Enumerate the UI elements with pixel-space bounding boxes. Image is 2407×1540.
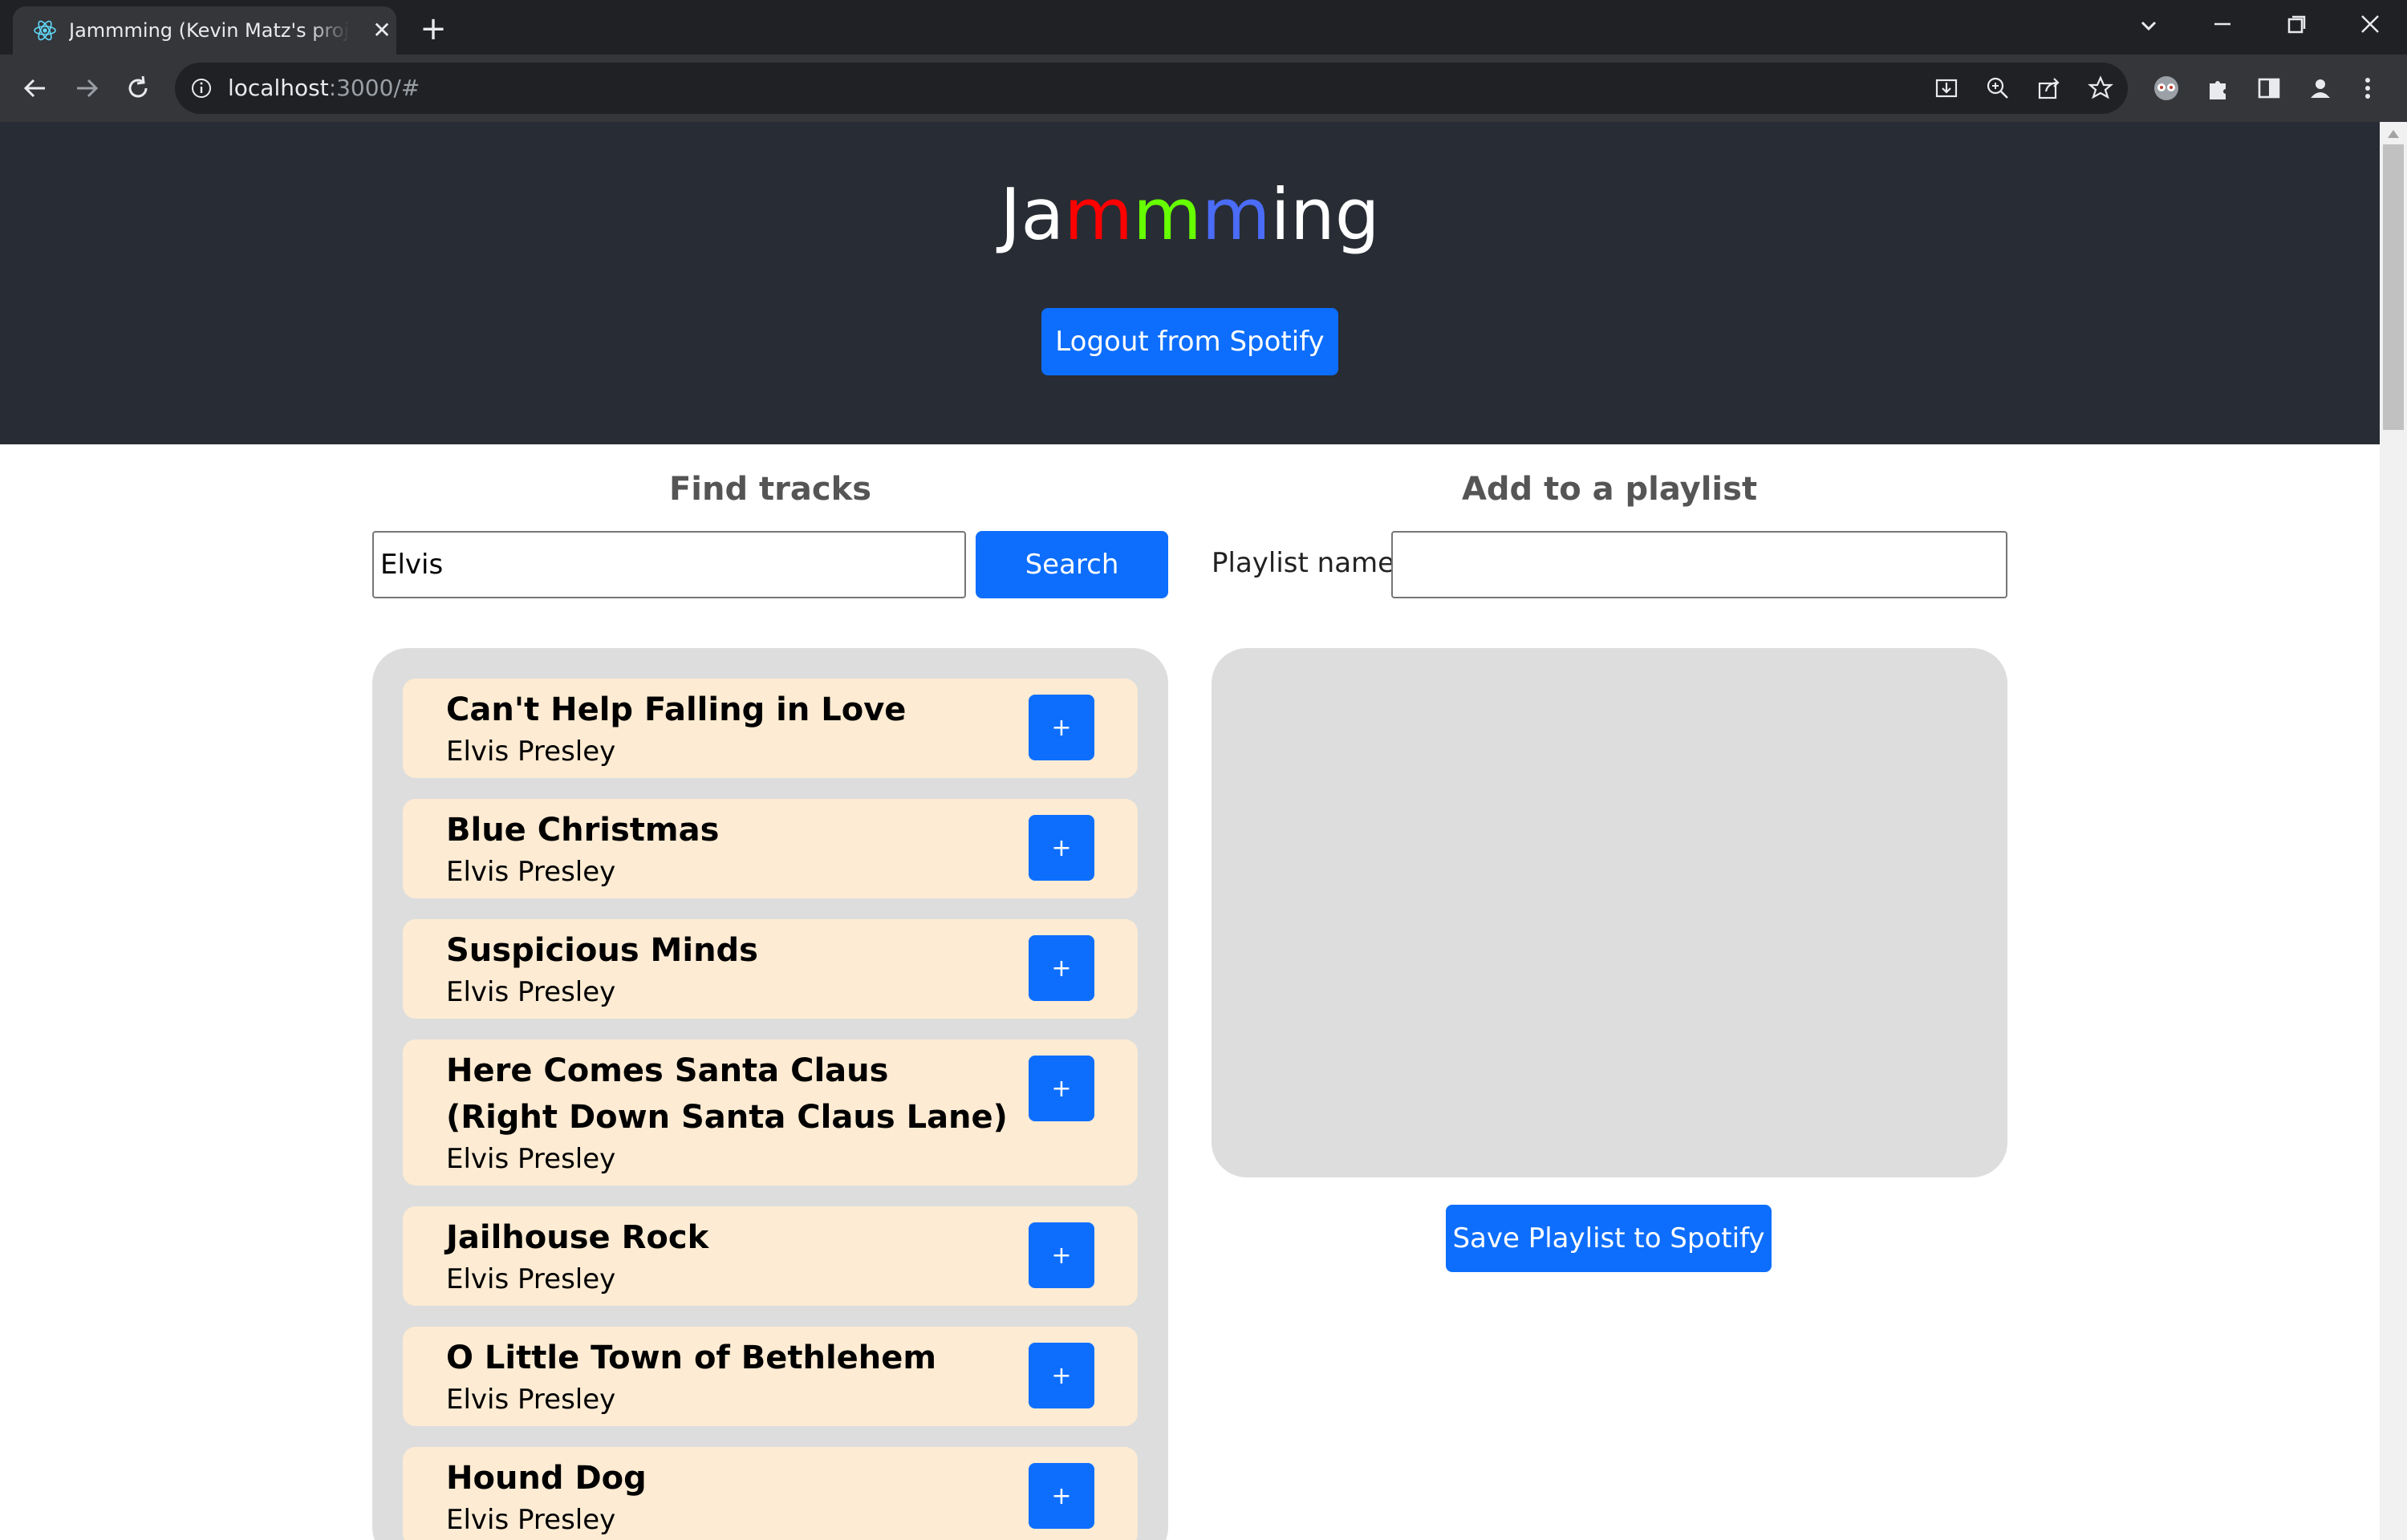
find-tracks-heading: Find tracks [668, 471, 872, 508]
side-panel-icon[interactable] [2253, 72, 2285, 104]
add-track-button[interactable]: + [1029, 1343, 1094, 1408]
track-artist: Elvis Presley [446, 1384, 616, 1416]
track-name: Can't Help Falling in Love [446, 691, 907, 728]
add-track-button[interactable]: + [1029, 1222, 1094, 1288]
playlist-heading: Add to a playlist [1461, 471, 1758, 508]
track-artist: Elvis Presley [446, 856, 616, 888]
track-name: Here Comes Santa Claus (Right Down Santa… [446, 1052, 1008, 1136]
share-icon[interactable] [2035, 74, 2064, 103]
scrollbar-thumb[interactable] [2383, 144, 2404, 430]
track-item: Hound Dog Elvis Presley + [403, 1447, 1138, 1540]
url-text[interactable]: localhost:3000/# [228, 74, 420, 103]
track-artist: Elvis Presley [446, 976, 616, 1008]
search-button[interactable]: Search [976, 531, 1168, 598]
address-bar[interactable]: localhost:3000/# [175, 63, 2128, 114]
track-artist: Elvis Presley [446, 1263, 616, 1295]
page-scrollbar[interactable] [2380, 122, 2407, 1540]
track-artist: Elvis Presley [446, 1504, 616, 1536]
track-name: Suspicious Minds [446, 932, 758, 969]
playlist-name-input[interactable] [1391, 531, 2007, 598]
track-item: Blue Christmas Elvis Presley + [403, 799, 1138, 898]
tab-title: Jammming (Kevin Matz's project) [69, 19, 350, 42]
close-window-icon[interactable] [2348, 6, 2393, 45]
site-info-icon[interactable] [189, 76, 213, 100]
react-logo-icon [34, 20, 56, 41]
track-name: Hound Dog [446, 1460, 647, 1497]
bookmark-star-icon[interactable] [2086, 74, 2115, 103]
add-track-button[interactable]: + [1029, 1056, 1094, 1121]
track-item: Suspicious Minds Elvis Presley + [403, 919, 1138, 1019]
browser-tabstrip: Jammming (Kevin Matz's project) ✕ + [0, 0, 2407, 55]
restore-icon[interactable] [2274, 6, 2319, 45]
new-tab-icon[interactable]: + [417, 13, 449, 45]
page-viewport: Jammming Logout from Spotify Find tracks… [0, 122, 2380, 1540]
save-playlist-button[interactable]: Save Playlist to Spotify [1446, 1205, 1772, 1272]
add-track-button[interactable]: + [1029, 1463, 1094, 1529]
tab-close-icon[interactable]: ✕ [369, 18, 395, 43]
title-part-end: ing [1270, 173, 1380, 256]
app-title: Jammming [0, 167, 2380, 263]
install-app-icon[interactable] [1932, 74, 1961, 103]
track-item: Here Comes Santa Claus (Right Down Santa… [403, 1040, 1138, 1185]
reload-icon[interactable] [120, 71, 156, 106]
track-item: Can't Help Falling in Love Elvis Presley… [403, 679, 1138, 778]
title-part-green: m [1133, 173, 1202, 256]
url-path: :3000/# [328, 75, 420, 101]
add-track-button[interactable]: + [1029, 935, 1094, 1001]
search-results-panel: Can't Help Falling in Love Elvis Presley… [372, 648, 1168, 1540]
browser-tab[interactable]: Jammming (Kevin Matz's project) ✕ [13, 6, 396, 55]
track-name: Blue Christmas [446, 812, 720, 849]
scroll-up-arrow-icon[interactable] [2388, 130, 2399, 138]
url-host: localhost [228, 75, 329, 101]
title-part-1: Ja [1000, 173, 1065, 256]
zoom-icon[interactable] [1983, 74, 2012, 103]
title-part-blue: m [1201, 173, 1271, 256]
back-arrow-icon[interactable] [18, 71, 53, 106]
logout-button[interactable]: Logout from Spotify [1041, 308, 1338, 375]
search-input[interactable] [372, 531, 966, 598]
playlist-name-label: Playlist name [1212, 547, 1395, 579]
app-header: Jammming Logout from Spotify [0, 122, 2380, 444]
menu-kebab-icon[interactable] [2356, 72, 2380, 104]
add-track-button[interactable]: + [1029, 695, 1094, 760]
track-name: Jailhouse Rock [446, 1219, 709, 1256]
extension-owl-icon[interactable] [2150, 72, 2182, 104]
add-track-button[interactable]: + [1029, 815, 1094, 881]
extensions-puzzle-icon[interactable] [2202, 72, 2234, 104]
minimize-icon[interactable] [2200, 6, 2245, 45]
track-artist: Elvis Presley [446, 736, 616, 768]
browser-toolbar: localhost:3000/# [0, 55, 2407, 122]
forward-arrow-icon[interactable] [69, 71, 104, 106]
tab-search-chevron-icon[interactable] [2126, 6, 2171, 45]
title-part-red: m [1064, 173, 1134, 256]
track-item: Jailhouse Rock Elvis Presley + [403, 1206, 1138, 1306]
track-artist: Elvis Presley [446, 1143, 616, 1175]
track-name: O Little Town of Bethlehem [446, 1339, 937, 1376]
playlist-tracks-panel [1212, 648, 2007, 1177]
track-item: O Little Town of Bethlehem Elvis Presley… [403, 1327, 1138, 1426]
profile-icon[interactable] [2304, 72, 2336, 104]
